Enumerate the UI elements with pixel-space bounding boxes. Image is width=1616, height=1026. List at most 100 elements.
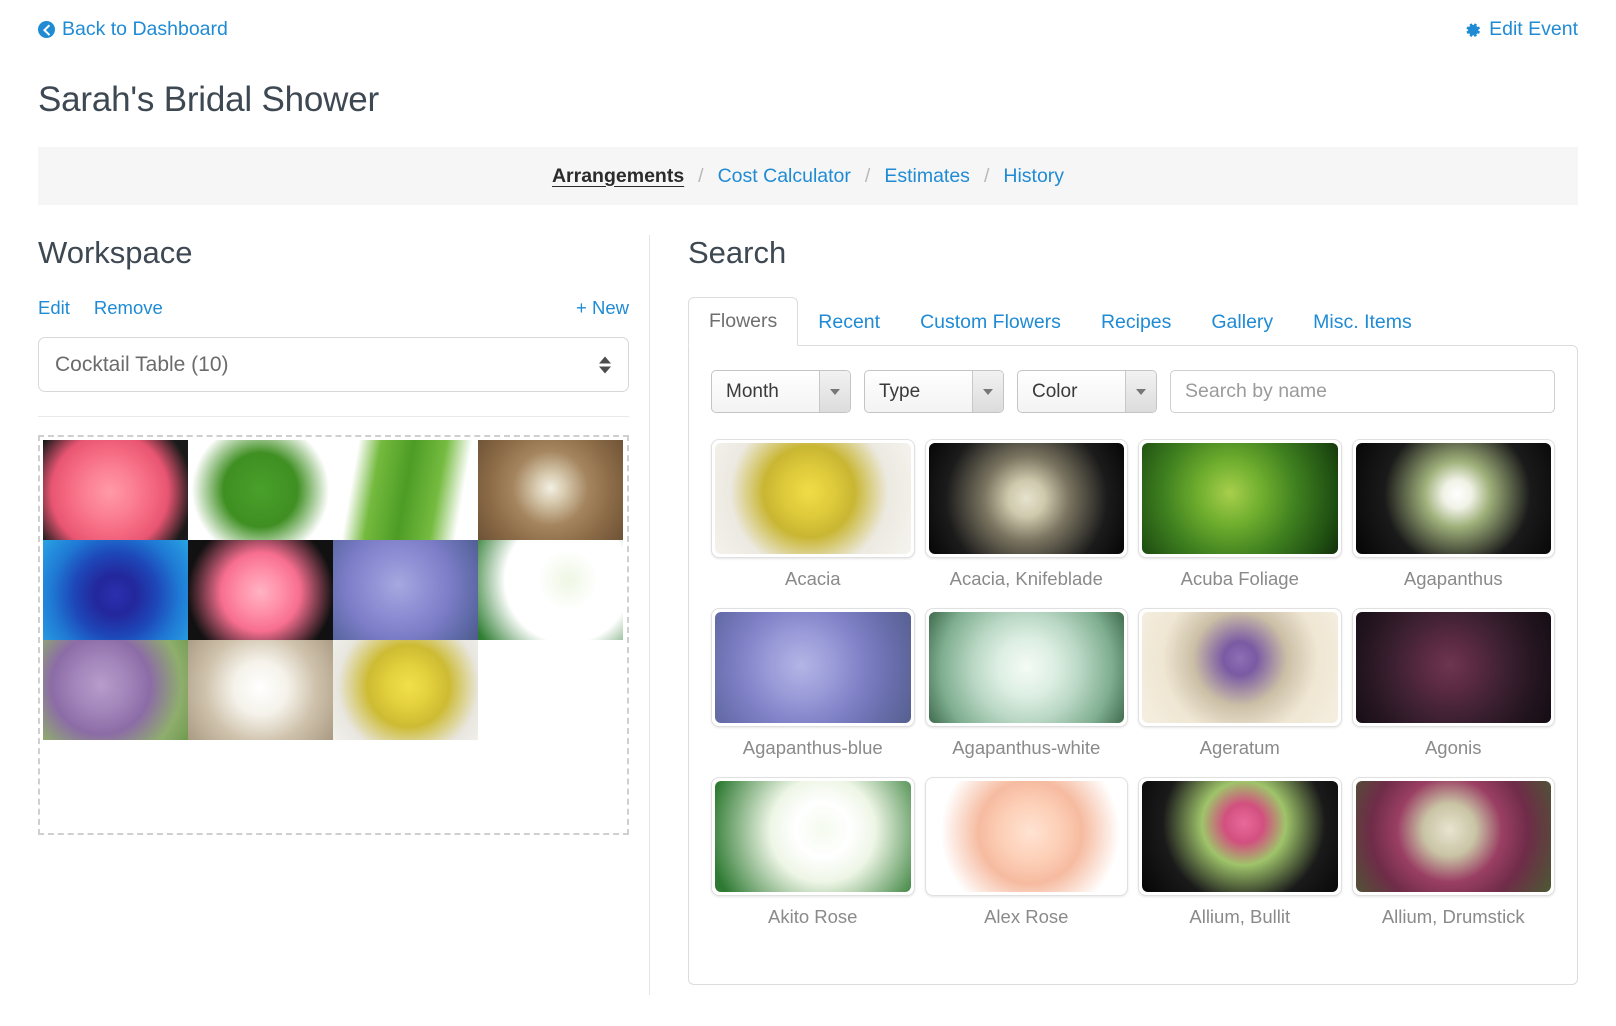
workspace-remove-link[interactable]: Remove — [94, 297, 163, 319]
flower-thumbnail[interactable] — [1138, 608, 1342, 727]
flower-thumbnail[interactable] — [711, 439, 915, 558]
search-by-name-input[interactable] — [1170, 370, 1555, 413]
chevron-down-icon[interactable] — [819, 371, 850, 412]
maidenhair-fern-image — [188, 440, 333, 540]
top-bar: Back to Dashboard Edit Event — [0, 0, 1616, 58]
breadcrumb-item-arrangements[interactable]: Arrangements — [543, 165, 693, 188]
daisy-heart-wood-image — [478, 440, 623, 540]
sword-fern-image — [333, 440, 478, 540]
tab-recent[interactable]: Recent — [798, 299, 900, 346]
flower-result-card[interactable]: Agapanthus-blue — [711, 608, 915, 771]
flower-image — [1355, 612, 1551, 723]
edit-event-link[interactable]: Edit Event — [1465, 18, 1578, 41]
workspace-thumbnail[interactable] — [333, 540, 478, 640]
flower-thumbnail[interactable] — [1138, 439, 1342, 558]
flower-thumbnail[interactable] — [1138, 777, 1342, 896]
flower-image — [715, 781, 911, 892]
white-blossom-image — [188, 640, 333, 740]
flower-result-card[interactable]: Acacia — [711, 439, 915, 602]
back-to-dashboard-link[interactable]: Back to Dashboard — [38, 18, 228, 41]
workspace-heading: Workspace — [38, 235, 193, 270]
arrangement-dropzone[interactable] — [38, 435, 629, 835]
workspace-thumbnail[interactable] — [333, 640, 478, 740]
workspace-thumbnail[interactable] — [188, 440, 333, 540]
workspace-thumbnail[interactable] — [43, 640, 188, 740]
agapanthus-purple-image — [333, 540, 478, 640]
search-panel: Search Flowers Recent Custom Flowers Recipe… — [649, 235, 1616, 995]
gear-icon — [1466, 22, 1480, 37]
breadcrumb-separator: / — [698, 164, 704, 187]
filter-type-select[interactable]: Type — [864, 370, 1004, 413]
workspace-thumbnail[interactable] — [43, 440, 188, 540]
workspace-actions: Edit Remove + New — [38, 297, 629, 319]
flower-image — [1355, 781, 1551, 892]
flower-result-card[interactable]: Agonis — [1351, 608, 1555, 771]
flower-result-card[interactable]: Allium, Drumstick — [1351, 777, 1555, 940]
workspace-thumbnail[interactable] — [478, 440, 623, 540]
flower-thumbnail[interactable] — [924, 439, 1128, 558]
workspace-thumbnail[interactable] — [43, 540, 188, 640]
pink-peony-image — [43, 440, 188, 540]
edit-event-label: Edit Event — [1489, 18, 1578, 40]
filter-type-label: Type — [879, 380, 921, 402]
search-tabs: Flowers Recent Custom Flowers Recipes Galler… — [688, 297, 1578, 346]
workspace-thumbnail[interactable] — [188, 640, 333, 740]
workspace-thumbnail[interactable] — [333, 440, 478, 540]
flower-result-card[interactable]: Acuba Foliage — [1138, 439, 1342, 602]
workspace-edit-link[interactable]: Edit — [38, 297, 70, 319]
workspace-thumbnail[interactable] — [478, 540, 623, 640]
workspace-new-link[interactable]: + New — [576, 297, 629, 319]
spinner-arrows-icon[interactable] — [599, 356, 611, 373]
page-title: Sarah's Bridal Shower — [38, 80, 379, 119]
blue-rose-image — [43, 540, 188, 640]
chevron-down-icon[interactable] — [1125, 371, 1156, 412]
flower-thumbnail[interactable] — [924, 608, 1128, 727]
chevron-down-icon[interactable] — [972, 371, 1003, 412]
yellow-acacia-bag-image — [333, 640, 478, 740]
flower-result-card[interactable]: Allium, Bullit — [1138, 777, 1342, 940]
flower-result-label: Acacia — [784, 568, 841, 589]
flower-result-label: Allium, Drumstick — [1381, 906, 1525, 927]
flower-thumbnail[interactable] — [711, 608, 915, 727]
pink-peony-dark-image — [188, 540, 333, 640]
arrangement-select[interactable]: Cocktail Table (10) — [38, 337, 629, 392]
flower-result-label: Alex Rose — [984, 906, 1069, 927]
flower-image — [715, 443, 911, 554]
workspace-thumbnail-grid — [43, 440, 624, 740]
breadcrumb-item-cost-calculator[interactable]: Cost Calculator — [709, 165, 860, 188]
tab-recipes[interactable]: Recipes — [1081, 299, 1191, 346]
flower-result-label: Akito Rose — [768, 906, 858, 927]
tab-flowers[interactable]: Flowers — [688, 297, 799, 346]
flower-result-card[interactable]: Ageratum — [1138, 608, 1342, 771]
flower-result-card[interactable]: Agapanthus-white — [924, 608, 1128, 771]
search-heading: Search — [688, 235, 787, 270]
workspace-thumbnail[interactable] — [188, 540, 333, 640]
tab-custom-flowers[interactable]: Custom Flowers — [900, 299, 1081, 346]
flower-result-label: Agonis — [1424, 737, 1482, 758]
flower-image — [715, 612, 911, 723]
flower-image — [928, 781, 1124, 892]
flower-thumbnail[interactable] — [924, 777, 1128, 896]
tab-misc-items[interactable]: Misc. Items — [1293, 299, 1432, 346]
filter-month-select[interactable]: Month — [711, 370, 851, 413]
flower-thumbnail[interactable] — [711, 777, 915, 896]
search-filters: Month Type Color — [711, 370, 1555, 413]
flower-thumbnail[interactable] — [1351, 608, 1555, 727]
allium-purple-image — [43, 640, 188, 740]
search-results-grid: Acacia Acacia, Knifeblade Acuba Foliage Aga… — [711, 439, 1555, 940]
flower-result-card[interactable]: Acacia, Knifeblade — [924, 439, 1128, 602]
filter-color-label: Color — [1032, 380, 1078, 402]
tab-gallery[interactable]: Gallery — [1191, 299, 1293, 346]
filter-color-select[interactable]: Color — [1017, 370, 1157, 413]
flower-thumbnail[interactable] — [1351, 439, 1555, 558]
breadcrumb-item-estimates[interactable]: Estimates — [875, 165, 979, 188]
flower-thumbnail[interactable] — [1351, 777, 1555, 896]
workspace-panel: Workspace Edit Remove + New Cocktail Tab… — [0, 235, 649, 995]
flower-result-label: Agapanthus-white — [952, 737, 1101, 758]
flower-result-card[interactable]: Agapanthus — [1351, 439, 1555, 602]
flower-image — [1142, 443, 1338, 554]
filter-month-label: Month — [726, 380, 779, 402]
breadcrumb-item-history[interactable]: History — [994, 165, 1073, 188]
flower-result-card[interactable]: Akito Rose — [711, 777, 915, 940]
flower-result-card[interactable]: Alex Rose — [924, 777, 1128, 940]
